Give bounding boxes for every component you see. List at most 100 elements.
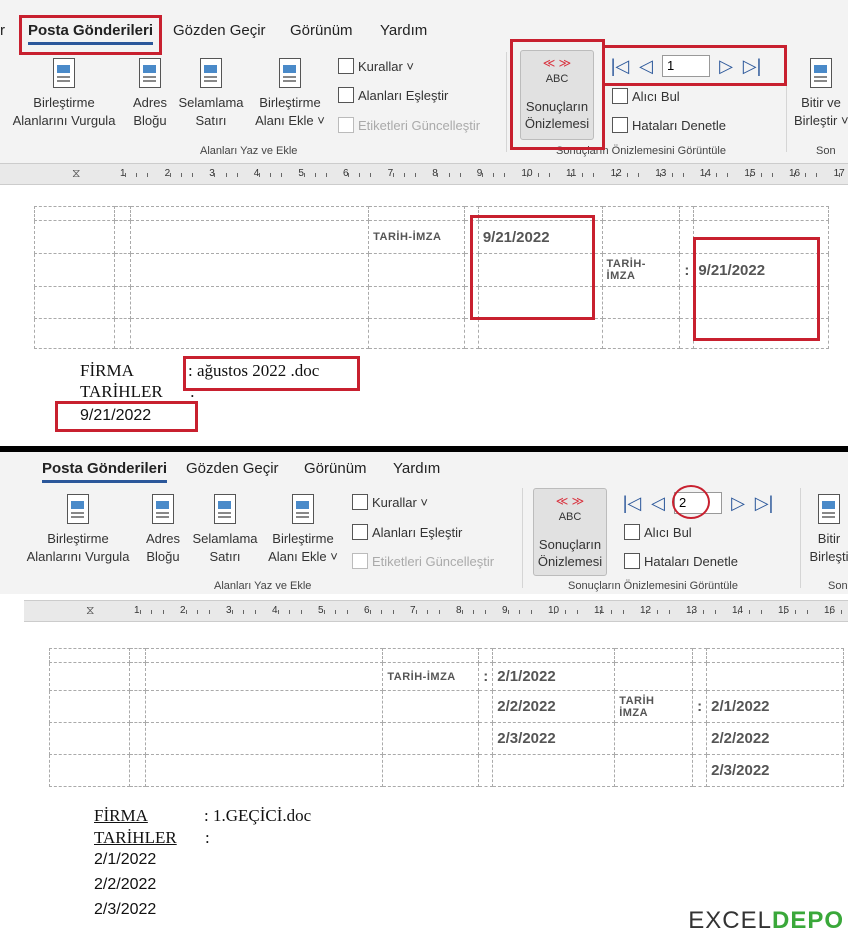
- finish-merge-icon: [816, 494, 842, 528]
- greeting-line-button[interactable]: Selamlama Satırı: [176, 58, 246, 130]
- ruler-tick: [611, 610, 612, 614]
- date-list-item[interactable]: 2/3/2022: [94, 901, 156, 919]
- ruler-tick: [139, 610, 141, 614]
- date-cell[interactable]: 2/1/2022: [492, 662, 616, 691]
- tarihler-colon: :: [205, 828, 210, 847]
- tab-view[interactable]: Görünüm: [290, 22, 353, 39]
- ruler-tick: [760, 610, 762, 614]
- greeting-line-button[interactable]: Selamlama Satırı: [189, 494, 261, 566]
- highlight-box: [510, 39, 605, 150]
- finish-merge-button[interactable]: Bitir Birleşti: [806, 494, 848, 566]
- check-errors-button[interactable]: Hataları Denetle: [612, 117, 726, 133]
- find-recipient-icon: [624, 524, 640, 540]
- tab-view[interactable]: Görünüm: [304, 460, 367, 477]
- tab-review[interactable]: Gözden Geçir: [173, 22, 266, 39]
- tab-mailings[interactable]: Posta Gönderileri: [42, 460, 168, 483]
- ruler-tick: [289, 610, 290, 614]
- ruler-tick: [448, 173, 450, 177]
- ruler-tick: [671, 173, 673, 177]
- tarih-imza-label: TARİH-İMZA: [382, 662, 480, 691]
- group-label-finish: Son: [828, 580, 848, 592]
- greeting-line-icon: [212, 494, 238, 528]
- date-cell-2[interactable]: 2/1/2022: [706, 690, 844, 723]
- tab-partial[interactable]: r: [0, 22, 5, 39]
- update-labels-icon: [338, 117, 354, 133]
- ruler-tick: [392, 173, 394, 177]
- highlight-box: [183, 356, 360, 391]
- update-labels-button[interactable]: Etiketleri Güncelleştir: [352, 553, 494, 569]
- ruler-tick: [415, 173, 417, 177]
- ruler-tick: [838, 173, 840, 177]
- update-labels-icon: [352, 553, 368, 569]
- group-label-write-insert: Alanları Yaz ve Ekle: [200, 145, 298, 157]
- ruler-tick: [493, 173, 495, 177]
- ruler-tick: [185, 610, 187, 614]
- insert-merge-field-button[interactable]: Birleştirme Alanı Ekle ˅: [265, 494, 341, 566]
- ruler-tick: [806, 610, 808, 614]
- ruler-tick: [359, 173, 361, 177]
- date-cell[interactable]: 2/2/2022: [492, 690, 616, 723]
- rules-icon: [338, 58, 354, 74]
- match-fields-button[interactable]: Alanları Eşleştir: [338, 87, 448, 103]
- find-recipient-icon: [612, 88, 628, 104]
- ruler-tick: [323, 610, 325, 614]
- ruler-tick: [348, 173, 350, 177]
- ruler-tick: [829, 610, 831, 614]
- next-record-icon[interactable]: ▷: [728, 493, 748, 513]
- ruler-tick: [794, 173, 796, 177]
- find-recipient-button[interactable]: Alıcı Bul: [624, 524, 692, 540]
- highlight-merge-fields-button[interactable]: Birleştirme Alanlarını Vurgula: [22, 494, 134, 566]
- rules-button[interactable]: Kurallar ˅: [338, 58, 414, 74]
- last-record-icon[interactable]: ▷|: [754, 493, 774, 513]
- tab-help[interactable]: Yardım: [380, 22, 427, 39]
- horizontal-ruler[interactable]: 12345678910111213141516⧖: [24, 600, 848, 622]
- first-record-icon[interactable]: |◁: [622, 493, 642, 513]
- ruler-tick: [415, 610, 417, 614]
- ruler-tick: [805, 173, 807, 177]
- ruler-tick: [691, 610, 693, 614]
- date-cell-2[interactable]: 2/2/2022: [706, 722, 844, 755]
- firma-value[interactable]: : 1.GEÇİCİ.doc: [204, 806, 311, 826]
- tab-help[interactable]: Yardım: [393, 460, 440, 477]
- address-block-button[interactable]: Adres Bloğu: [140, 494, 186, 566]
- insert-merge-field-button[interactable]: Birleştirme Alanı Ekle ˅: [252, 58, 328, 130]
- ruler-tick: [507, 610, 509, 614]
- separator: [522, 488, 523, 588]
- date-list-item[interactable]: 2/2/2022: [94, 876, 156, 894]
- find-recipient-button[interactable]: Alıcı Bul: [612, 88, 680, 104]
- tab-review[interactable]: Gözden Geçir: [186, 460, 279, 477]
- ruler-tick: [704, 173, 706, 177]
- highlight-box: [55, 401, 198, 432]
- indent-marker-icon[interactable]: ⧖: [72, 166, 80, 181]
- finish-merge-button[interactable]: Bitir ve Birleştir ˅: [794, 58, 848, 130]
- horizontal-ruler[interactable]: 1234567891011121314151617⧖: [0, 163, 848, 185]
- match-fields-button[interactable]: Alanları Eşleştir: [352, 524, 462, 540]
- ruler-tick: [795, 610, 796, 614]
- update-labels-button[interactable]: Etiketleri Güncelleştir: [338, 117, 480, 133]
- ruler-tick: [438, 610, 440, 614]
- preview-results-button[interactable]: ≪ ≫ ABC Sonuçların Önizlemesi: [533, 488, 607, 576]
- firma-label: FİRMA: [80, 361, 134, 380]
- previous-record-icon[interactable]: ◁: [648, 493, 668, 513]
- address-block-button[interactable]: Adres Bloğu: [127, 58, 173, 130]
- check-errors-button[interactable]: Hataları Denetle: [624, 553, 738, 569]
- highlight-merge-fields-button[interactable]: Birleştirme Alanlarını Vurgula: [8, 58, 120, 130]
- tarih-imza-label-2: TARİH İMZA: [614, 690, 694, 723]
- ruler-tick: [760, 173, 762, 177]
- ruler-tick: [346, 610, 348, 614]
- address-block-icon: [137, 58, 163, 92]
- date-cell-2[interactable]: 2/3/2022: [706, 754, 844, 787]
- rules-button[interactable]: Kurallar ˅: [352, 494, 428, 510]
- ruler-tick: [582, 173, 584, 177]
- ruler-tick: [427, 610, 428, 614]
- ruler-tick: [314, 173, 316, 177]
- date-list-item[interactable]: 2/1/2022: [94, 851, 156, 869]
- highlight-circle: [672, 485, 710, 519]
- indent-marker-icon[interactable]: ⧖: [86, 603, 94, 618]
- ruler-tick: [437, 173, 439, 177]
- ruler-tick: [180, 173, 182, 177]
- date-cell[interactable]: 2/3/2022: [492, 722, 616, 755]
- firma-label: FİRMA: [94, 806, 148, 825]
- ruler-tick: [392, 610, 394, 614]
- bottom-screenshot: Posta Gönderileri Gözden Geçir Görünüm Y…: [0, 452, 848, 937]
